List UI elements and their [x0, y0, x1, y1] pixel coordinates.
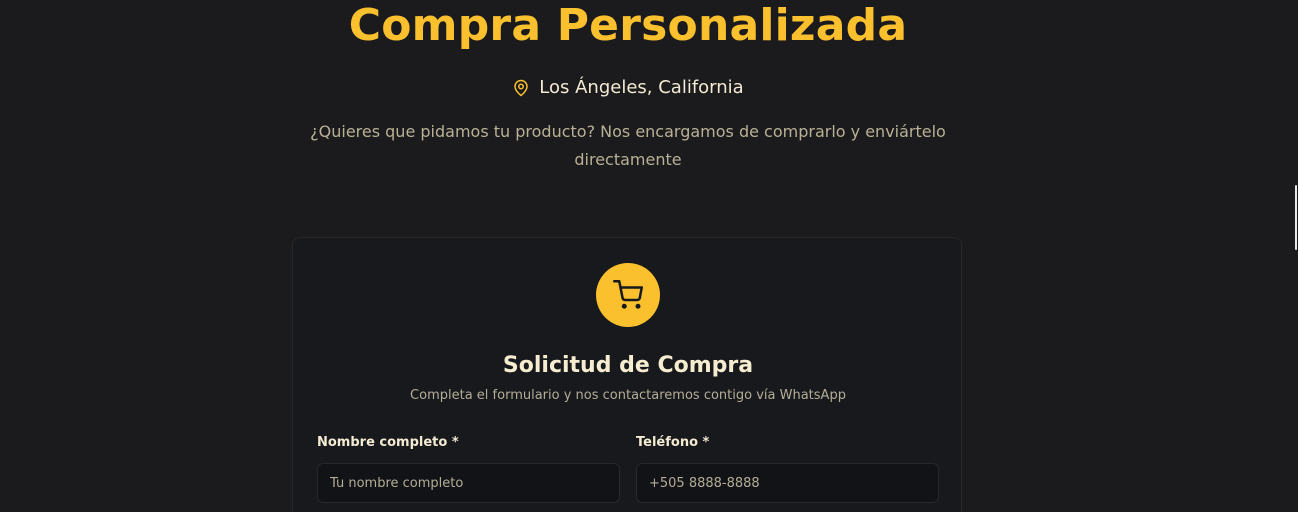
- phone-input[interactable]: [636, 463, 939, 503]
- cart-badge: [596, 263, 660, 327]
- purchase-request-card: Solicitud de Compra Completa el formular…: [292, 237, 962, 512]
- scrollbar-thumb[interactable]: [1295, 185, 1297, 250]
- location-text: Los Ángeles, California: [539, 77, 744, 98]
- full-name-label: Nombre completo *: [317, 435, 459, 450]
- form-subtitle: Completa el formulario y nos contactarem…: [410, 388, 846, 403]
- phone-field-group: Teléfono *: [636, 434, 939, 503]
- phone-label: Teléfono *: [636, 435, 710, 450]
- shopping-cart-icon: [613, 280, 643, 310]
- location-row: Los Ángeles, California: [0, 76, 1256, 100]
- page-title: Compra Personalizada: [348, 0, 908, 51]
- full-name-field-group: Nombre completo *: [317, 434, 620, 503]
- map-pin-icon: [512, 78, 530, 98]
- form-title: Solicitud de Compra: [502, 353, 754, 378]
- full-name-input[interactable]: [317, 463, 620, 503]
- hero-subtitle: ¿Quieres que pidamos tu producto? Nos en…: [310, 122, 946, 169]
- page: Compra Personalizada Los Ángeles, Califo…: [0, 0, 1298, 512]
